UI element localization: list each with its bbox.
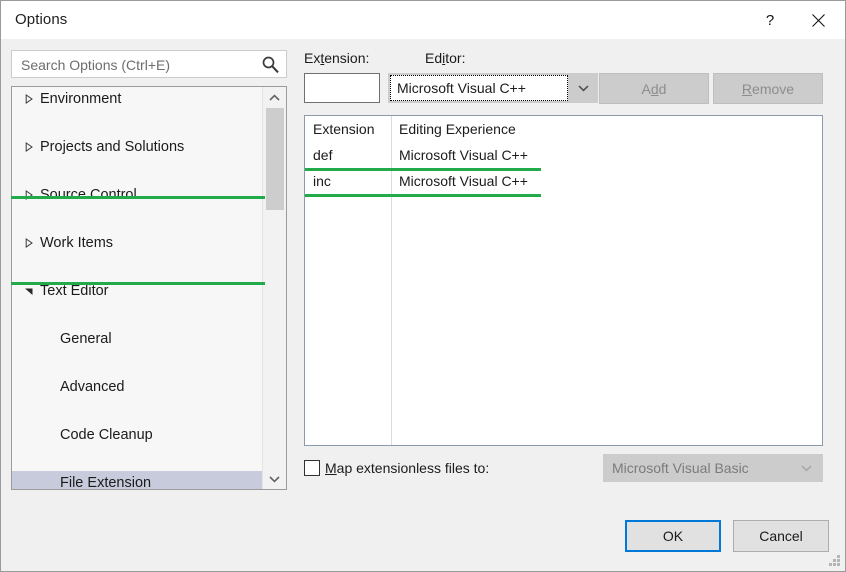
map-extensionless-checkbox[interactable]: [304, 460, 320, 476]
page-title: Options: [15, 11, 68, 28]
map-extensionless-label: Map extensionless files to:: [325, 460, 490, 476]
resize-grip-icon[interactable]: [828, 555, 841, 568]
tree-item[interactable]: Work Items: [12, 231, 263, 255]
file-extension-grid[interactable]: Extension Editing Experience def Microsoft …: [304, 115, 823, 446]
question-mark-icon: ?: [765, 11, 775, 29]
tree-below-selection: [11, 282, 265, 285]
grid-row-def-underline: [305, 168, 541, 171]
grid-cell-extension: def: [313, 147, 333, 163]
extension-input[interactable]: [304, 73, 380, 103]
tree-item-label: Source Control: [40, 187, 137, 203]
tree-item-label: File Extension: [60, 475, 152, 489]
grid-column-header: Extension: [313, 121, 375, 137]
editor-combo-value[interactable]: Microsoft Visual C++: [390, 75, 568, 101]
grid-cell-editor: Microsoft Visual C++: [399, 147, 528, 163]
search-icon[interactable]: [261, 55, 280, 74]
footer-divider: [1, 506, 845, 507]
grid-column-header: Editing Experience: [399, 121, 516, 137]
triangle-right-icon[interactable]: [22, 92, 36, 106]
map-extensionless-row[interactable]: Map extensionless files to:: [304, 460, 489, 476]
editor-label: Editor:: [425, 50, 466, 66]
help-button[interactable]: ?: [747, 1, 793, 39]
map-extensionless-combo[interactable]: Microsoft Visual Basic: [603, 454, 823, 482]
table-row[interactable]: inc Microsoft Visual C++: [305, 168, 822, 194]
close-icon: [811, 13, 825, 27]
options-tree[interactable]: Environment Projects and Solutions Source …: [11, 86, 287, 490]
triangle-right-icon[interactable]: [22, 236, 36, 250]
tree-item-list: Environment Projects and Solutions Source …: [12, 87, 263, 489]
triangle-down-icon[interactable]: [22, 284, 36, 298]
scrollbar-thumb[interactable]: [266, 108, 284, 210]
tree-item[interactable]: General: [12, 327, 263, 351]
tree-item-label: Work Items: [40, 235, 114, 251]
tree-vertical-scrollbar[interactable]: [262, 87, 286, 489]
tree-item-label: Code Cleanup: [60, 427, 153, 443]
chevron-down-icon: [269, 475, 280, 483]
tree-item[interactable]: File Extension: [12, 471, 263, 489]
tree-item-label: General: [60, 331, 112, 347]
remove-button[interactable]: Remove: [713, 73, 823, 104]
table-row[interactable]: def Microsoft Visual C++: [305, 142, 822, 168]
grid-header-row: Extension Editing Experience: [305, 116, 822, 142]
triangle-right-icon[interactable]: [22, 140, 36, 154]
search-input[interactable]: [19, 51, 253, 79]
tree-item[interactable]: Code Cleanup: [12, 423, 263, 447]
grid-cell-editor: Microsoft Visual C++: [399, 173, 528, 189]
close-button[interactable]: [795, 1, 841, 39]
tree-item-label: Advanced: [60, 379, 125, 395]
grid-row-inc-underline: [305, 194, 541, 197]
ok-button[interactable]: OK: [625, 520, 721, 552]
tree-item[interactable]: Source Control: [12, 183, 263, 207]
scroll-down-button[interactable]: [263, 468, 286, 489]
grid-cell-extension: inc: [313, 173, 331, 189]
editor-combo[interactable]: Microsoft Visual C++: [388, 73, 598, 103]
cancel-button[interactable]: Cancel: [733, 520, 829, 552]
tree-item-label: Text Editor: [40, 283, 109, 299]
title-bar: Options ?: [1, 1, 845, 39]
chevron-down-icon: [794, 455, 818, 481]
tree-item-label: Environment: [40, 91, 122, 107]
extension-label: Extension:: [304, 50, 370, 66]
tree-item-label: Projects and Solutions: [40, 139, 185, 155]
tree-item[interactable]: Advanced: [12, 375, 263, 399]
chevron-down-icon[interactable]: [569, 74, 597, 102]
map-extensionless-combo-value: Microsoft Visual Basic: [612, 460, 749, 476]
tree-item[interactable]: Environment: [12, 87, 263, 111]
scroll-up-button[interactable]: [263, 87, 286, 108]
tree-above-general: [11, 196, 265, 199]
chevron-up-icon: [269, 93, 280, 101]
tree-item[interactable]: Projects and Solutions: [12, 135, 263, 159]
options-dialog: Options ? Environment Projects and Soluti…: [0, 0, 846, 572]
triangle-right-icon[interactable]: [22, 188, 36, 202]
search-box[interactable]: [11, 50, 287, 79]
add-button[interactable]: Add: [599, 73, 709, 104]
